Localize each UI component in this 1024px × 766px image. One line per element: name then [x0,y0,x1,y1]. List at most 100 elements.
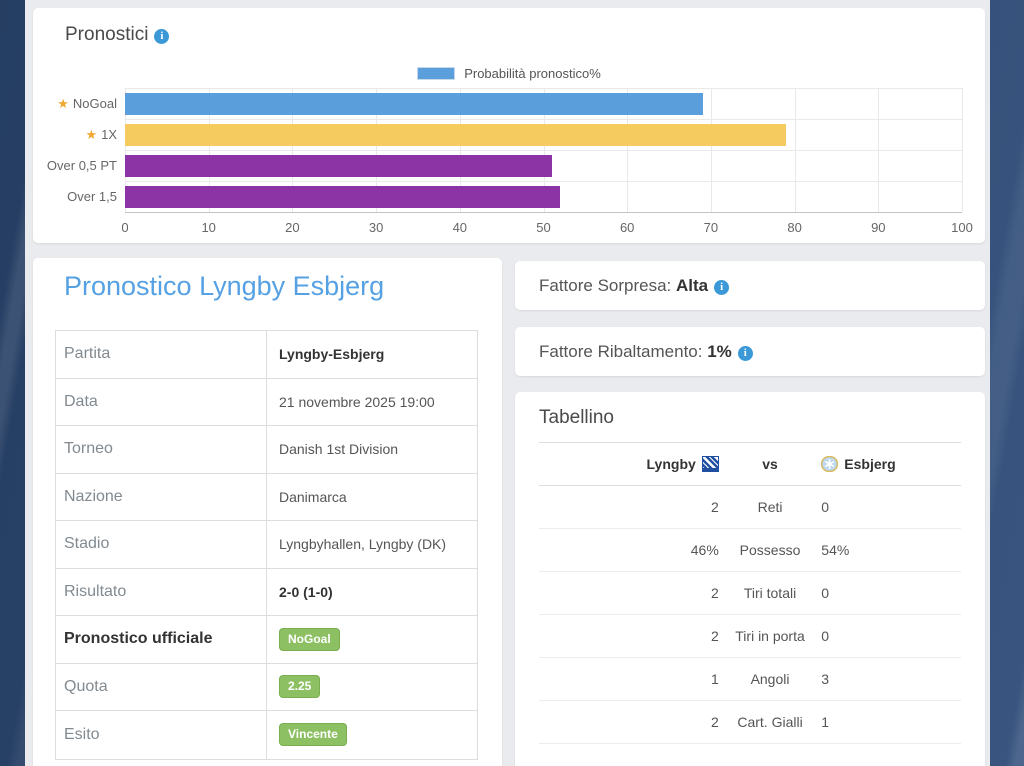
chart-legend: Probabilità pronostico% [33,66,985,81]
chart-bar-nogoal [125,93,703,115]
predictions-title: Pronostici i [65,24,169,46]
row-label: Quota [56,664,267,711]
table-row: PartitaLyngby-Esbjerg [56,331,477,379]
away-stat-value: 3 [813,671,961,687]
table-row: NazioneDanimarca [56,474,477,522]
row-label: Stadio [56,521,267,568]
stat-label: Reti [727,499,814,515]
home-team-name: Lyngby [647,456,696,472]
x-tick-label: 20 [285,220,299,235]
away-stat-value: 1 [813,714,961,730]
predictions-chart-card: Pronostici i Probabilità pronostico% ★NoG… [33,8,985,243]
gridline [125,119,962,120]
surprise-factor-text: Fattore Sorpresa: Altai [539,276,729,296]
table-row: Pronostico ufficiale NoGoal [56,616,477,664]
away-stat-value: 0 [813,628,961,644]
stat-row: 46%Possesso54% [539,529,961,572]
chart-x-ticks: 0102030405060708090100 [125,220,962,236]
stat-row: 2Cart. Gialli1 [539,701,961,744]
tabellino-rows: 2Reti046%Possesso54%2Tiri totali02Tiri i… [539,486,961,744]
gridline [125,88,962,89]
tabellino-card: Tabellino Lyngby vs [515,392,985,766]
away-stat-value: 54% [813,542,961,558]
row-label: Esito [56,711,267,759]
chart-bar-over-0-5-pt [125,155,552,177]
x-tick-label: 60 [620,220,634,235]
esbjerg-logo-icon [821,456,838,472]
surprise-factor-value: Alta [676,276,708,295]
stat-row: 2Tiri totali0 [539,572,961,615]
comeback-factor-text: Fattore Ribaltamento: 1%i [539,342,753,362]
legend-swatch [417,67,455,80]
tabellino-title: Tabellino [539,407,614,429]
stat-label: Angoli [727,671,814,687]
chart-category-label: ★NoGoal [33,88,117,119]
match-prediction-card: Pronostico Lyngby Esbjerg PartitaLyngby-… [33,258,502,766]
row-label: Torneo [56,426,267,473]
table-row: Data21 novembre 2025 19:00 [56,379,477,427]
status-badge: Vincente [279,723,347,746]
stat-row: 1Angoli3 [539,658,961,701]
home-team-header: Lyngby [539,456,727,472]
chart-category-label: ★1X [33,119,117,150]
status-badge: 2.25 [279,675,320,698]
row-value: Danimarca [267,489,347,505]
stat-row: 2Tiri in porta0 [539,615,961,658]
chart-category-label: Over 0,5 PT [33,150,117,181]
row-value: Danish 1st Division [267,441,398,457]
row-label: Nazione [56,474,267,521]
row-value: 2-0 (1-0) [267,584,333,600]
away-stat-value: 0 [813,499,961,515]
row-label: Pronostico ufficiale [56,616,267,663]
row-label: Risultato [56,569,267,616]
stat-label: Possesso [727,542,814,558]
x-tick-label: 50 [536,220,550,235]
x-tick-label: 80 [787,220,801,235]
legend-label: Probabilità pronostico% [464,66,601,81]
comeback-factor-label: Fattore Ribaltamento: [539,342,707,361]
comeback-factor-card: Fattore Ribaltamento: 1%i [515,327,985,376]
vs-label: vs [727,456,814,472]
predictions-title-text: Pronostici [65,24,148,45]
surprise-factor-label: Fattore Sorpresa: [539,276,676,295]
tabellino-table: Lyngby vs Esbjerg 2R [539,442,961,744]
row-value: 21 novembre 2025 19:00 [267,394,435,410]
gridline [962,88,963,212]
info-icon[interactable]: i [738,346,753,361]
x-tick-label: 70 [704,220,718,235]
x-tick-label: 40 [453,220,467,235]
x-tick-label: 0 [121,220,128,235]
table-row: Esito Vincente [56,711,477,759]
star-icon: ★ [57,96,69,111]
stat-label: Tiri in porta [727,628,814,644]
match-detail-table: PartitaLyngby-EsbjergData21 novembre 202… [55,330,478,760]
home-stat-value: 2 [539,499,727,515]
chart-category-label: Over 1,5 [33,181,117,212]
away-stat-value: 0 [813,585,961,601]
stat-label: Cart. Gialli [727,714,814,730]
away-team-name: Esbjerg [844,456,895,472]
chart-bar-1x [125,124,786,146]
chart-plot [125,88,962,212]
table-row: Risultato2-0 (1-0) [56,569,477,617]
row-value: Lyngby-Esbjerg [267,346,384,362]
chart-category-labels: ★NoGoal★1XOver 0,5 PTOver 1,5 [33,88,117,212]
status-badge: NoGoal [279,628,340,651]
gridline [125,181,962,182]
tabellino-header-row: Lyngby vs Esbjerg [539,443,961,486]
info-icon[interactable]: i [714,280,729,295]
gridline [125,150,962,151]
x-axis-line [125,212,962,213]
lyngby-logo-icon [702,456,719,472]
star-icon: ★ [85,127,97,142]
table-row: StadioLyngbyhallen, Lyngby (DK) [56,521,477,569]
row-value: Lyngbyhallen, Lyngby (DK) [267,536,446,552]
home-stat-value: 2 [539,585,727,601]
surprise-factor-card: Fattore Sorpresa: Altai [515,261,985,310]
home-stat-value: 46% [539,542,727,558]
row-label: Partita [56,331,267,378]
page-content: Pronosticii Probabilità pronostico% ★NoG… [25,0,990,766]
info-icon[interactable]: i [154,29,169,44]
home-stat-value: 1 [539,671,727,687]
x-tick-label: 30 [369,220,383,235]
